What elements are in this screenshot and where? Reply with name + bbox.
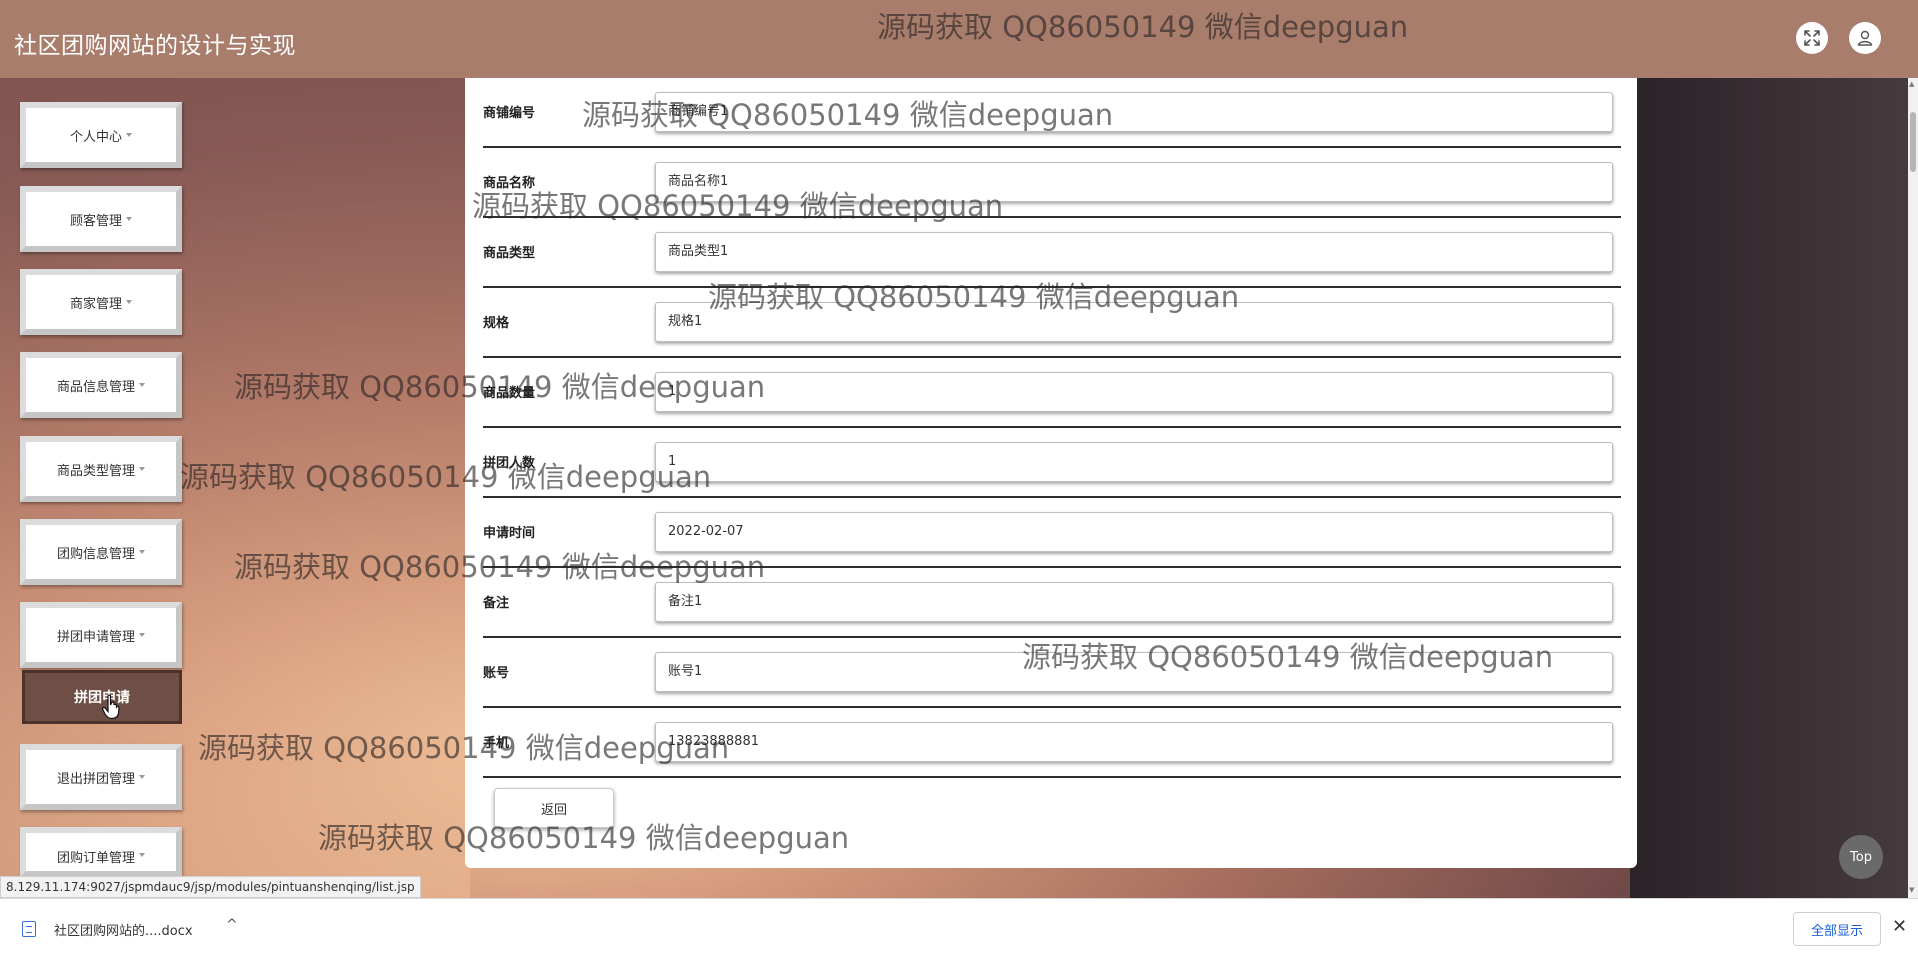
remark-field[interactable]: 备注1 <box>655 582 1613 622</box>
caret-down-icon <box>139 550 145 554</box>
sidebar-item-label: 商家管理 <box>69 296 122 312</box>
form-row: 拼团人数 1 <box>483 428 1621 498</box>
field-label-product-type: 商品类型 <box>483 246 536 261</box>
background-city-right <box>1630 78 1908 898</box>
top-header: 社区团购网站的设计与实现 <box>0 0 1918 78</box>
hand-pointer-cursor-icon <box>102 694 120 720</box>
sidebar-item-group-buy-info-management[interactable]: 团购信息管理 <box>20 519 182 585</box>
form-row: 账号 账号1 <box>483 638 1621 708</box>
quantity-field[interactable]: 1 <box>655 372 1613 412</box>
sidebar-item-product-type-management[interactable]: 商品类型管理 <box>20 436 182 502</box>
product-type-field[interactable]: 商品类型1 <box>655 232 1613 272</box>
caret-down-icon <box>139 383 145 387</box>
app-title: 社区团购网站的设计与实现 <box>14 33 296 59</box>
download-bar: 社区团购网站的....docx ^ 全部显示 ✕ <box>0 898 1918 958</box>
page-scrollbar[interactable] <box>1908 78 1918 898</box>
status-bar-url: 8.129.11.174:9027/jspmdauc9/jsp/modules/… <box>0 876 421 898</box>
account-field[interactable]: 账号1 <box>655 652 1613 692</box>
spec-field[interactable]: 规格1 <box>655 302 1613 342</box>
sidebar-item-label: 商品类型管理 <box>56 463 135 479</box>
form-row: 商铺编号 商铺编号1 <box>483 78 1621 148</box>
caret-down-icon <box>139 853 145 857</box>
expand-arrows-icon <box>1804 30 1820 46</box>
form-row: 备注 备注1 <box>483 568 1621 638</box>
form-row: 商品类型 商品类型1 <box>483 218 1621 288</box>
field-label-account: 账号 <box>483 666 510 681</box>
fullscreen-button[interactable] <box>1796 22 1828 54</box>
sidebar-item-label: 个人中心 <box>69 129 122 145</box>
form-row: 商品名称 商品名称1 <box>483 148 1621 218</box>
phone-field[interactable]: 13823888881 <box>655 722 1613 762</box>
caret-down-icon <box>139 775 145 779</box>
sidebar-item-product-info-management[interactable]: 商品信息管理 <box>20 352 182 418</box>
product-name-field[interactable]: 商品名称1 <box>655 162 1613 202</box>
caret-down-icon <box>139 633 145 637</box>
sidebar-item-group-application-management[interactable]: 拼团申请管理 <box>20 602 182 668</box>
chevron-up-icon[interactable]: ^ <box>226 917 238 933</box>
form-row: 申请时间 2022-02-07 <box>483 498 1621 568</box>
scrollbar-thumb[interactable] <box>1910 112 1916 172</box>
sidebar-item-label: 团购订单管理 <box>56 851 135 866</box>
document-icon <box>22 921 36 937</box>
caret-down-icon <box>126 300 132 304</box>
sidebar-item-label: 商品信息管理 <box>56 379 135 395</box>
sidebar-item-group-order-management[interactable]: 团购订单管理 <box>20 827 182 877</box>
field-label-phone: 手机 <box>483 736 510 751</box>
shop-id-field[interactable]: 商铺编号1 <box>655 92 1613 132</box>
caret-down-icon <box>126 133 132 137</box>
field-label-remark: 备注 <box>483 596 510 611</box>
sidebar-item-label: 拼团申请管理 <box>56 629 135 645</box>
scroll-down-arrow-icon[interactable]: ▼ <box>1909 886 1914 894</box>
field-label-apply-time: 申请时间 <box>483 526 536 541</box>
sidebar-item-label: 退出拼团管理 <box>56 771 135 787</box>
show-all-button[interactable]: 全部显示 <box>1793 912 1881 946</box>
sidebar-item-personal-center[interactable]: 个人中心 <box>20 102 182 168</box>
apply-time-field[interactable]: 2022-02-07 <box>655 512 1613 552</box>
sidebar-item-customer-management[interactable]: 顾客管理 <box>20 186 182 252</box>
caret-down-icon <box>126 217 132 221</box>
scroll-up-arrow-icon[interactable]: ▲ <box>1909 80 1914 88</box>
group-size-field[interactable]: 1 <box>655 442 1613 482</box>
form-row: 商品数量 1 <box>483 358 1621 428</box>
caret-down-icon <box>139 467 145 471</box>
detail-form-panel: 商铺编号 商铺编号1 商品名称 商品名称1 商品类型 商品类型1 规格 规格1 … <box>465 78 1637 868</box>
sidebar-item-label: 顾客管理 <box>69 213 122 229</box>
field-label-spec: 规格 <box>483 316 510 331</box>
back-to-top-button[interactable]: Top <box>1839 835 1883 879</box>
close-icon[interactable]: ✕ <box>1892 916 1907 937</box>
form-row: 规格 规格1 <box>483 288 1621 358</box>
download-file-name[interactable]: 社区团购网站的....docx <box>54 920 193 939</box>
sidebar-item-label: 团购信息管理 <box>56 546 135 562</box>
form-row: 手机 13823888881 <box>483 708 1621 778</box>
field-label-group-size: 拼团人数 <box>483 456 536 471</box>
field-label-product-name: 商品名称 <box>483 176 536 191</box>
user-icon <box>1857 30 1873 46</box>
back-button[interactable]: 返回 <box>494 788 614 828</box>
field-label-shop-id: 商铺编号 <box>483 106 536 121</box>
sidebar-item-quit-group-management[interactable]: 退出拼团管理 <box>20 744 182 810</box>
field-label-quantity: 商品数量 <box>483 386 536 401</box>
sidebar-item-merchant-management[interactable]: 商家管理 <box>20 269 182 335</box>
user-button[interactable] <box>1849 22 1881 54</box>
